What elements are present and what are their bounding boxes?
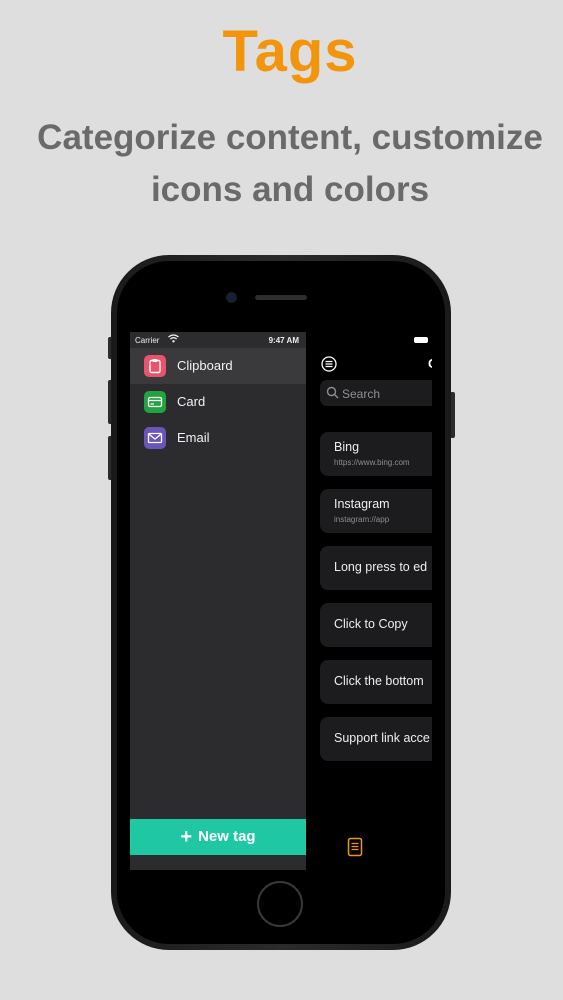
list-item-title: Instagram: [334, 497, 390, 511]
tag-label-card: Card: [177, 394, 206, 409]
plus-icon: +: [180, 826, 193, 848]
clipboard-icon: [144, 355, 166, 377]
wifi-icon: [168, 334, 179, 343]
hero-subtitle: Categorize content, customize icons and …: [0, 112, 563, 216]
status-bar: Carrier 9:47 AM: [130, 332, 306, 348]
list-item-title: Click the bottom: [334, 674, 424, 688]
tag-item-clipboard[interactable]: Clipboard: [130, 348, 306, 384]
list-item[interactable]: Bing https://www.bing.com: [320, 432, 432, 476]
list-item-title: Bing: [334, 440, 360, 454]
search-placeholder: Search: [342, 387, 381, 401]
list-item-subtitle: https://www.bing.com: [334, 458, 410, 467]
list-item[interactable]: Click the bottom: [320, 660, 432, 704]
tag-label-clipboard: Clipboard: [177, 358, 233, 373]
earpiece-speaker: [255, 295, 307, 300]
card-icon: [144, 391, 166, 413]
hero-subtitle-line-1: Categorize content, customize: [37, 118, 543, 157]
tag-drawer: Carrier 9:47 AM Clipboard Card Email + N…: [130, 332, 306, 870]
carrier-label: Carrier: [135, 336, 160, 345]
new-tag-button[interactable]: + New tag: [130, 819, 306, 855]
hero-title: Tags: [222, 19, 358, 84]
list-item-title: Support link acce: [334, 731, 430, 745]
phone-screen: Carrier 9:47 AM Clipboard Card Email + N…: [130, 332, 432, 870]
new-tag-label: New tag: [198, 828, 256, 845]
hero-subtitle-line-2: icons and colors: [150, 170, 430, 209]
envelope-icon: [144, 427, 166, 449]
search-input[interactable]: Search: [320, 380, 432, 406]
list-item-subtitle: instagram://app: [334, 515, 390, 524]
tag-item-card[interactable]: Card: [130, 384, 306, 420]
list-item-title: Long press to ed: [334, 560, 428, 574]
tag-item-email[interactable]: Email: [130, 420, 306, 456]
list-item[interactable]: Support link acce: [320, 717, 432, 761]
tag-label-email: Email: [177, 430, 210, 445]
phone-frame: Carrier 9:47 AM Clipboard Card Email + N…: [111, 255, 451, 950]
menu-icon[interactable]: [321, 356, 337, 372]
page-title: C: [428, 356, 432, 371]
search-icon: [326, 386, 339, 399]
tab-clipboard-icon[interactable]: [347, 837, 363, 857]
list-item[interactable]: Instagram instagram://app: [320, 489, 432, 533]
home-button[interactable]: [257, 881, 303, 927]
battery-icon: [414, 337, 428, 343]
list-item-title: Click to Copy: [334, 617, 408, 631]
front-camera: [226, 292, 237, 303]
list-item[interactable]: Click to Copy: [320, 603, 432, 647]
status-time: 9:47 AM: [268, 336, 299, 345]
list-item[interactable]: Long press to ed: [320, 546, 432, 590]
clipboard-list-view: C Search Bing https://www.bing.com Insta…: [306, 332, 432, 870]
